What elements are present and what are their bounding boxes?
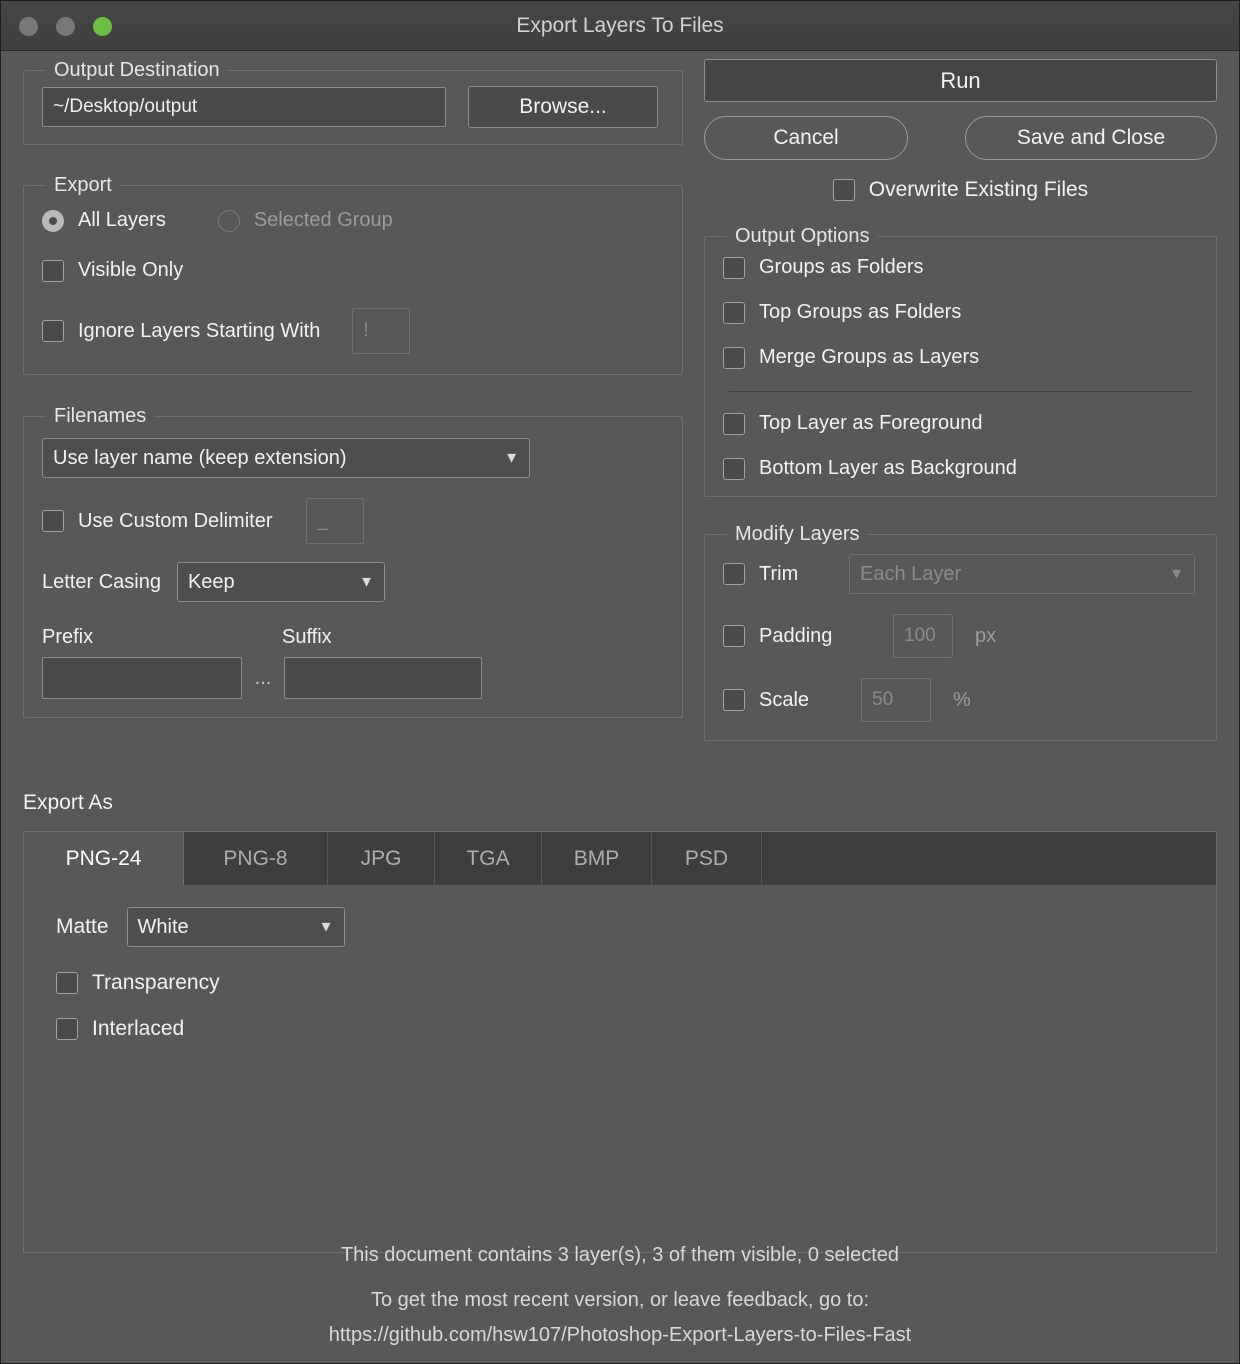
- save-and-close-button[interactable]: Save and Close: [965, 116, 1217, 160]
- letter-casing-label: Letter Casing: [42, 570, 161, 593]
- export-legend: Export: [54, 174, 112, 196]
- output-path-input[interactable]: [42, 87, 446, 127]
- output-destination-legend: Output Destination: [54, 59, 220, 81]
- minimize-button[interactable]: [56, 17, 75, 36]
- checkbox-overwrite-existing[interactable]: [832, 179, 855, 201]
- scale-input[interactable]: [861, 678, 931, 722]
- format-tabs: PNG-24 PNG-8 JPG TGA BMP PSD: [23, 831, 1217, 885]
- prefix-label: Prefix: [42, 626, 94, 648]
- output-options-legend: Output Options: [735, 225, 870, 247]
- export-group: Export All Layers Selected Group Visible…: [23, 174, 683, 375]
- tab-png24[interactable]: PNG-24: [24, 832, 184, 885]
- selected-group-label: Selected Group: [253, 209, 393, 231]
- filenames-group: Filenames Use layer name (keep extension…: [23, 405, 683, 718]
- checkbox-scale[interactable]: [723, 689, 745, 711]
- output-destination-group: Output Destination Browse...: [23, 59, 683, 145]
- custom-delimiter-input[interactable]: [306, 498, 365, 544]
- tab-bmp[interactable]: BMP: [542, 832, 652, 885]
- title-bar: Export Layers To Files: [1, 1, 1239, 51]
- top-layer-as-foreground-label: Top Layer as Foreground: [759, 412, 983, 434]
- footer: This document contains 3 layer(s), 3 of …: [1, 1236, 1239, 1347]
- transparency-label: Transparency: [92, 971, 220, 994]
- all-layers-label: All Layers: [78, 209, 166, 231]
- window-title: Export Layers To Files: [516, 14, 724, 37]
- modify-layers-group: Modify Layers Trim Each Layer ▼ Padding: [704, 523, 1217, 741]
- window-controls: [19, 17, 112, 36]
- matte-label: Matte: [56, 915, 109, 938]
- right-column: Run Cancel Save and Close Overwrite Exis…: [704, 59, 1217, 741]
- top-groups-as-folders-label: Top Groups as Folders: [759, 301, 962, 323]
- checkbox-interlaced[interactable]: [56, 1018, 78, 1040]
- scale-label: Scale: [759, 688, 810, 711]
- checkbox-top-groups-as-folders[interactable]: [723, 301, 745, 324]
- png24-options-panel: Matte White ▼ Transparency Interlaced: [23, 885, 1217, 1253]
- checkbox-padding[interactable]: [723, 625, 745, 647]
- custom-delimiter-label: Use Custom Delimiter: [78, 509, 273, 532]
- naming-scheme-select[interactable]: Use layer name (keep extension): [42, 438, 530, 478]
- filenames-legend: Filenames: [54, 405, 147, 427]
- checkbox-bottom-layer-as-background[interactable]: [723, 457, 745, 480]
- tab-tga[interactable]: TGA: [435, 832, 542, 885]
- bottom-layer-as-background-label: Bottom Layer as Background: [759, 457, 1017, 479]
- letter-casing-select[interactable]: Keep: [176, 562, 385, 602]
- suffix-label: Suffix: [282, 626, 332, 648]
- visible-only-label: Visible Only: [78, 259, 184, 281]
- output-options-divider: [729, 391, 1192, 392]
- tab-psd[interactable]: PSD: [652, 832, 762, 885]
- tab-strip-filler: [762, 832, 1216, 885]
- groups-as-folders-label: Groups as Folders: [759, 256, 924, 278]
- feedback-note: To get the most recent version, or leave…: [370, 1289, 870, 1311]
- export-as-label: Export As: [23, 791, 113, 814]
- interlaced-label: Interlaced: [92, 1017, 185, 1040]
- close-button[interactable]: [19, 17, 38, 36]
- checkbox-top-layer-as-foreground[interactable]: [723, 412, 745, 435]
- checkbox-ignore-layers[interactable]: [42, 320, 64, 342]
- tab-png8[interactable]: PNG-8: [184, 832, 328, 885]
- scale-unit: %: [953, 688, 971, 711]
- dialog-body: Output Destination Browse... Export All …: [1, 51, 1239, 1363]
- zoom-button[interactable]: [93, 17, 112, 36]
- modify-layers-legend: Modify Layers: [735, 523, 860, 545]
- export-layers-dialog: Export Layers To Files Output Destinatio…: [0, 0, 1240, 1364]
- tab-jpg[interactable]: JPG: [328, 832, 435, 885]
- padding-unit: px: [975, 624, 997, 647]
- checkbox-groups-as-folders[interactable]: [723, 256, 745, 279]
- padding-label: Padding: [759, 624, 833, 647]
- run-button[interactable]: Run: [704, 59, 1217, 102]
- cancel-button[interactable]: Cancel: [704, 116, 908, 160]
- trim-mode-select[interactable]: Each Layer: [849, 554, 1195, 594]
- checkbox-visible-only[interactable]: [42, 259, 64, 282]
- merge-groups-as-layers-label: Merge Groups as Layers: [759, 346, 980, 368]
- suffix-input[interactable]: [284, 657, 482, 699]
- browse-button[interactable]: Browse...: [468, 86, 658, 128]
- prefix-suffix-separator: ...: [254, 666, 272, 689]
- radio-selected-group[interactable]: [217, 209, 240, 232]
- output-options-group: Output Options Groups as Folders Top Gro…: [704, 225, 1217, 497]
- trim-label: Trim: [759, 562, 799, 585]
- checkbox-custom-delimiter[interactable]: [42, 510, 64, 532]
- left-column: Output Destination Browse... Export All …: [23, 59, 683, 718]
- layer-count-status: This document contains 3 layer(s), 3 of …: [340, 1244, 900, 1266]
- export-as-section: Export As PNG-24 PNG-8 JPG TGA BMP PSD M…: [23, 791, 1217, 1253]
- prefix-input[interactable]: [42, 657, 242, 699]
- project-url: https://github.com/hsw107/Photoshop-Expo…: [328, 1324, 912, 1346]
- overwrite-existing-label: Overwrite Existing Files: [868, 178, 1089, 201]
- matte-select[interactable]: White: [126, 907, 345, 947]
- checkbox-transparency[interactable]: [56, 972, 78, 994]
- ignore-layers-label: Ignore Layers Starting With: [78, 319, 321, 342]
- padding-input[interactable]: [893, 614, 953, 658]
- radio-all-layers[interactable]: [42, 209, 64, 232]
- ignore-prefix-input[interactable]: [352, 308, 411, 354]
- checkbox-trim[interactable]: [723, 563, 745, 585]
- checkbox-merge-groups-as-layers[interactable]: [723, 346, 745, 369]
